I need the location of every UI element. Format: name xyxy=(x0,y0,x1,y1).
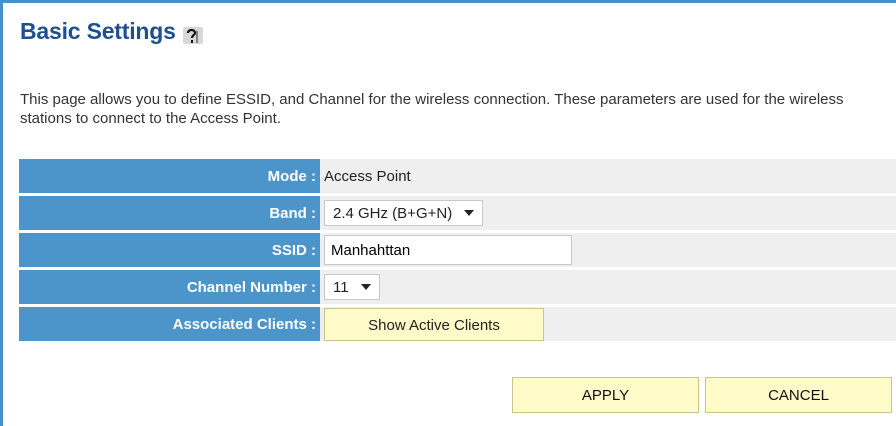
page-title: Basic Settings xyxy=(20,18,176,44)
chevron-down-icon xyxy=(360,284,371,290)
band-label: Band : xyxy=(19,196,320,230)
mode-value: Access Point xyxy=(320,159,896,193)
ssid-row: SSID : xyxy=(19,233,896,267)
channel-select[interactable]: 11 xyxy=(324,274,380,300)
channel-label: Channel Number : xyxy=(19,270,320,304)
apply-button[interactable]: APPLY xyxy=(512,377,699,413)
ssid-label: SSID : xyxy=(19,233,320,267)
clients-label: Associated Clients : xyxy=(19,307,320,341)
frame-left-border xyxy=(0,0,3,426)
show-active-clients-button[interactable]: Show Active Clients xyxy=(324,307,544,341)
chevron-down-icon xyxy=(464,210,475,216)
ssid-input[interactable] xyxy=(324,235,572,265)
page-header: Basic Settings xyxy=(20,18,204,45)
band-row: Band : 2.4 GHz (B+G+N) xyxy=(19,196,896,230)
channel-selected-value: 11 xyxy=(333,278,349,296)
mode-label: Mode : xyxy=(19,159,320,193)
help-icon[interactable] xyxy=(182,25,204,45)
channel-row: Channel Number : 11 xyxy=(19,270,896,304)
mode-row: Mode : Access Point xyxy=(19,159,896,193)
page-description: This page allows you to define ESSID, an… xyxy=(20,91,844,127)
settings-table: Mode : Access Point Band : 2.4 GHz (B+G+… xyxy=(19,156,896,344)
frame-top-border xyxy=(0,0,896,3)
clients-row: Associated Clients : Show Active Clients xyxy=(19,307,896,341)
band-select[interactable]: 2.4 GHz (B+G+N) xyxy=(324,200,484,226)
cancel-button[interactable]: CANCEL xyxy=(705,377,892,413)
band-selected-value: 2.4 GHz (B+G+N) xyxy=(333,204,453,222)
